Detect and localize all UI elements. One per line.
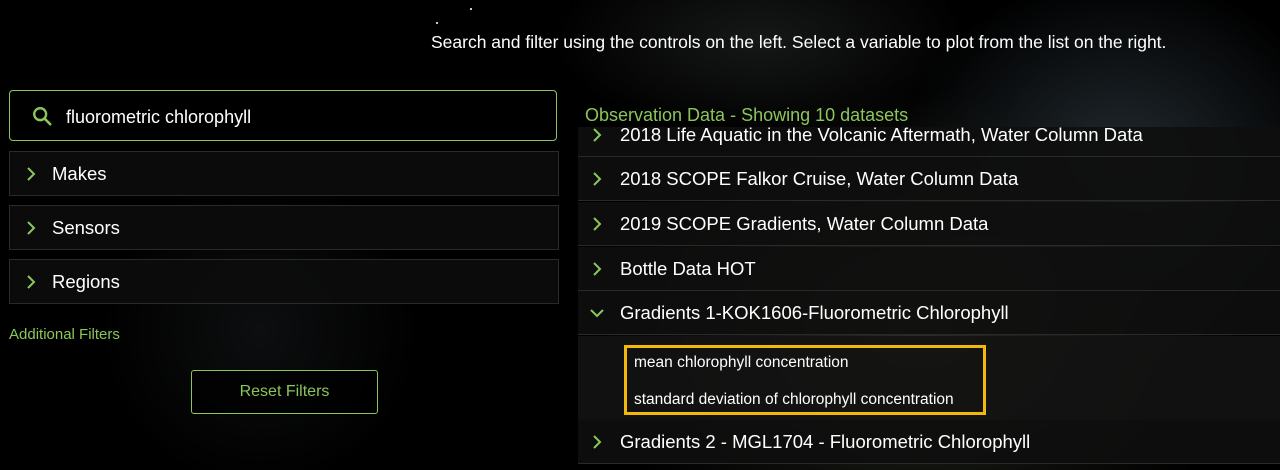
chevron-right-icon (593, 171, 602, 186)
variable-item[interactable]: mean chlorophyll concentration (634, 354, 849, 372)
dataset-row[interactable]: Bottle Data HOT (578, 247, 1280, 291)
reset-filters-button[interactable]: Reset Filters (191, 370, 378, 414)
dataset-row[interactable]: 2019 SCOPE Gradients, Water Column Data (578, 202, 1280, 246)
star-dot (436, 22, 438, 24)
dataset-label: 2019 SCOPE Gradients, Water Column Data (620, 212, 989, 234)
variable-panel: mean chlorophyll concentration standard … (578, 336, 1280, 422)
variable-item[interactable]: standard deviation of chlorophyll concen… (634, 391, 954, 409)
dataset-label: 2018 SCOPE Falkor Cruise, Water Column D… (620, 167, 1019, 189)
chevron-right-icon (27, 166, 36, 181)
dataset-row[interactable]: Gradients 2 - MGL1704 - Fluorometric Chl… (578, 420, 1280, 464)
dataset-list[interactable]: 2018 Life Aquatic in the Volcanic Afterm… (578, 127, 1280, 470)
observation-data-title: Observation Data - Showing 10 datasets (585, 105, 909, 125)
dataset-label: Gradients 2 - MGL1704 - Fluorometric Chl… (620, 430, 1031, 452)
chevron-right-icon (27, 220, 36, 235)
filter-label: Makes (52, 162, 107, 184)
search-box[interactable] (9, 90, 557, 141)
filter-makes[interactable]: Makes (9, 151, 559, 196)
search-input[interactable] (64, 103, 538, 131)
chevron-right-icon (593, 127, 602, 142)
chevron-down-icon (590, 308, 604, 317)
chevron-right-icon (27, 274, 36, 289)
chevron-right-icon (593, 434, 602, 449)
dataset-label: 2018 Life Aquatic in the Volcanic Afterm… (620, 127, 1143, 145)
dataset-label: Gradients 1-KOK1606-Fluorometric Chlorop… (620, 301, 1009, 323)
filter-label: Regions (52, 270, 120, 292)
instructions-text: Search and filter using the controls on … (431, 32, 1167, 52)
dataset-row-expanded[interactable]: Gradients 1-KOK1606-Fluorometric Chlorop… (578, 291, 1280, 335)
filter-regions[interactable]: Regions (9, 259, 559, 304)
chevron-right-icon (593, 261, 602, 276)
chevron-right-icon (593, 216, 602, 231)
dataset-row[interactable]: 2018 SCOPE Falkor Cruise, Water Column D… (578, 157, 1280, 201)
star-dot (470, 8, 472, 10)
filter-sensors[interactable]: Sensors (9, 205, 559, 250)
additional-filters-link[interactable]: Additional Filters (9, 326, 120, 343)
search-icon (33, 107, 52, 126)
dataset-label: Bottle Data HOT (620, 257, 756, 279)
dataset-row[interactable]: 2018 Life Aquatic in the Volcanic Afterm… (578, 127, 1280, 157)
filter-label: Sensors (52, 216, 120, 238)
